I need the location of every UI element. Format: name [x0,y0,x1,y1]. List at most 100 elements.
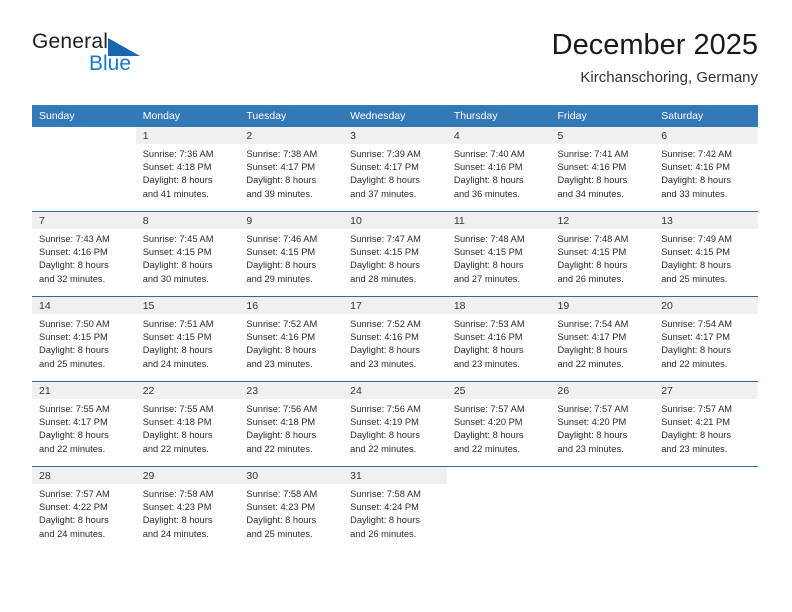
calendar-day-cell[interactable]: 28 Sunrise: 7:57 AM Sunset: 4:22 PM Dayligh… [32,466,136,551]
daylight-text-line2: and 41 minutes. [142,188,209,199]
calendar-day-cell[interactable]: 10 Sunrise: 7:47 AM Sunset: 4:15 PM Dayligh… [343,211,447,297]
calendar-day-cell[interactable]: 14 Sunrise: 7:50 AM Sunset: 4:15 PM Dayligh… [32,296,136,382]
daylight-text-line1: Daylight: 8 hours [453,260,524,271]
day-30: 30 Sunrise: 7:58 AM Sunset: 4:23 PM Dayligh… [239,467,344,551]
calendar-day-cell[interactable]: 20 Sunrise: 7:54 AM Sunset: 4:17 PM Dayligh… [654,296,758,382]
day-empty [654,467,758,551]
day-number: 27 [661,385,673,397]
day-28: 28 Sunrise: 7:57 AM Sunset: 4:22 PM Dayligh… [32,467,136,551]
day-number-band: 28 [32,467,136,484]
daylight-text-line2: and 25 minutes. [661,273,728,284]
sunset-text: Sunset: 4:17 PM [39,417,108,428]
day-9: 9 Sunrise: 7:46 AM Sunset: 4:15 PM Daylight… [239,212,344,296]
day-5: 5 Sunrise: 7:41 AM Sunset: 4:16 PM Daylight… [550,127,655,211]
day-details: Sunrise: 7:52 AM Sunset: 4:16 PM Daylight:… [343,314,447,371]
day-details [32,144,136,148]
calendar-week-row: 28 Sunrise: 7:57 AM Sunset: 4:22 PM Dayligh… [32,466,758,551]
calendar-day-cell[interactable]: 15 Sunrise: 7:51 AM Sunset: 4:15 PM Dayligh… [135,296,240,382]
calendar-day-cell[interactable]: 17 Sunrise: 7:52 AM Sunset: 4:16 PM Dayligh… [343,296,447,382]
calendar-day-cell[interactable]: 8 Sunrise: 7:45 AM Sunset: 4:15 PM Daylight… [135,211,240,297]
sunset-text: Sunset: 4:23 PM [246,502,316,513]
day-number-band: 8 [135,212,240,229]
calendar-day-cell[interactable]: 3 Sunrise: 7:39 AM Sunset: 4:17 PM Daylight… [343,127,447,212]
day-number: 13 [661,215,673,227]
sunrise-text: Sunrise: 7:52 AM [246,319,318,329]
day-details: Sunrise: 7:58 AM Sunset: 4:23 PM Daylight:… [239,484,343,541]
daylight-text-line2: and 36 minutes. [453,188,520,199]
sunrise-text: Sunrise: 7:58 AM [246,489,318,499]
calendar-day-cell[interactable]: 25 Sunrise: 7:57 AM Sunset: 4:20 PM Dayligh… [446,381,551,467]
calendar-day-cell[interactable]: 5 Sunrise: 7:41 AM Sunset: 4:16 PM Daylight… [550,127,655,212]
day-number: 5 [557,130,564,142]
sunrise-text: Sunrise: 7:39 AM [350,149,421,159]
calendar-day-cell[interactable]: 11 Sunrise: 7:48 AM Sunset: 4:15 PM Dayligh… [446,211,551,297]
day-27: 27 Sunrise: 7:57 AM Sunset: 4:21 PM Dayligh… [654,382,758,466]
daylight-text-line2: and 23 minutes. [453,358,520,369]
daylight-text-line2: and 22 minutes. [246,443,313,454]
sunset-text: Sunset: 4:18 PM [142,162,212,173]
calendar-day-cell[interactable]: 23 Sunrise: 7:56 AM Sunset: 4:18 PM Dayligh… [239,381,344,467]
day-details: Sunrise: 7:40 AM Sunset: 4:16 PM Daylight:… [447,144,551,201]
day-details: Sunrise: 7:47 AM Sunset: 4:15 PM Daylight:… [343,229,447,286]
day-number-band: 12 [550,212,655,229]
calendar-day-cell[interactable]: 6 Sunrise: 7:42 AM Sunset: 4:16 PM Daylight… [654,127,758,212]
calendar-day-cell[interactable]: 2 Sunrise: 7:38 AM Sunset: 4:17 PM Daylight… [239,127,344,212]
sunset-text: Sunset: 4:16 PM [453,162,523,173]
sunrise-text: Sunrise: 7:42 AM [661,149,733,159]
calendar-day-cell[interactable]: 18 Sunrise: 7:53 AM Sunset: 4:16 PM Dayligh… [446,296,551,382]
calendar-day-cell [654,466,758,551]
sunset-text: Sunset: 4:15 PM [246,247,316,258]
daylight-text-line2: and 28 minutes. [350,273,417,284]
calendar-day-cell[interactable]: 31 Sunrise: 7:58 AM Sunset: 4:24 PM Dayligh… [343,466,447,551]
day-number: 30 [246,470,259,482]
day-number [551,467,655,470]
day-details: Sunrise: 7:55 AM Sunset: 4:17 PM Daylight:… [32,399,136,456]
sunset-text: Sunset: 4:20 PM [453,417,523,428]
daylight-text-line2: and 26 minutes. [350,528,417,539]
calendar-day-cell[interactable]: 26 Sunrise: 7:57 AM Sunset: 4:20 PM Dayligh… [550,381,655,467]
calendar-day-cell[interactable]: 22 Sunrise: 7:55 AM Sunset: 4:18 PM Dayligh… [135,381,240,467]
calendar-day-cell[interactable]: 1 Sunrise: 7:36 AM Sunset: 4:18 PM Daylight… [135,127,240,212]
day-number-band: 24 [343,382,447,399]
day-details: Sunrise: 7:49 AM Sunset: 4:15 PM Daylight:… [654,229,758,286]
day-number-band: 7 [32,212,136,229]
day-number-band: 27 [654,382,758,399]
calendar-day-cell[interactable]: 24 Sunrise: 7:56 AM Sunset: 4:19 PM Dayligh… [343,381,447,467]
calendar-day-cell[interactable]: 27 Sunrise: 7:57 AM Sunset: 4:21 PM Dayligh… [654,381,758,467]
calendar-day-cell[interactable]: 30 Sunrise: 7:58 AM Sunset: 4:23 PM Dayligh… [239,466,344,551]
weekday-header-wednesday: Wednesday [343,105,447,127]
calendar-day-cell[interactable]: 13 Sunrise: 7:49 AM Sunset: 4:15 PM Dayligh… [654,211,758,297]
day-number: 20 [661,300,673,312]
sunrise-text: Sunrise: 7:51 AM [142,319,214,329]
day-number-band: 4 [446,127,551,144]
daylight-text-line1: Daylight: 8 hours [557,260,628,271]
weekday-header-tuesday: Tuesday [239,105,344,127]
day-25: 25 Sunrise: 7:57 AM Sunset: 4:20 PM Dayligh… [446,382,551,466]
daylight-text-line1: Daylight: 8 hours [350,430,420,441]
day-number-band: 5 [550,127,655,144]
day-details: Sunrise: 7:48 AM Sunset: 4:15 PM Daylight:… [551,229,655,286]
calendar-day-cell[interactable]: 7 Sunrise: 7:43 AM Sunset: 4:16 PM Daylight… [32,211,136,297]
calendar-day-cell[interactable]: 12 Sunrise: 7:48 AM Sunset: 4:15 PM Dayligh… [550,211,655,297]
sunset-text: Sunset: 4:15 PM [142,247,212,258]
calendar-day-cell[interactable]: 29 Sunrise: 7:58 AM Sunset: 4:23 PM Dayligh… [135,466,240,551]
sunrise-text: Sunrise: 7:55 AM [39,404,110,414]
day-details: Sunrise: 7:51 AM Sunset: 4:15 PM Daylight:… [136,314,240,371]
daylight-text-line2: and 22 minutes. [142,443,209,454]
calendar-day-cell[interactable]: 9 Sunrise: 7:46 AM Sunset: 4:15 PM Daylight… [239,211,344,297]
calendar-grid: Sunday Monday Tuesday Wednesday Thursday Frid… [32,105,758,551]
calendar-day-cell[interactable]: 21 Sunrise: 7:55 AM Sunset: 4:17 PM Dayligh… [32,381,136,467]
day-23: 23 Sunrise: 7:56 AM Sunset: 4:18 PM Dayligh… [239,382,344,466]
day-details: Sunrise: 7:41 AM Sunset: 4:16 PM Daylight:… [551,144,655,201]
calendar-day-cell [446,466,551,551]
general-blue-logo[interactable]: General Blue [32,28,212,86]
calendar-day-cell[interactable]: 16 Sunrise: 7:52 AM Sunset: 4:16 PM Dayligh… [239,296,344,382]
day-details: Sunrise: 7:58 AM Sunset: 4:24 PM Daylight:… [343,484,447,541]
day-number: 16 [246,300,259,312]
daylight-text-line2: and 26 minutes. [557,273,624,284]
sunset-text: Sunset: 4:16 PM [246,332,316,343]
day-number-band: 13 [654,212,758,229]
calendar-day-cell[interactable]: 4 Sunrise: 7:40 AM Sunset: 4:16 PM Daylight… [446,127,551,212]
day-number-band: 21 [32,382,136,399]
calendar-day-cell[interactable]: 19 Sunrise: 7:54 AM Sunset: 4:17 PM Dayligh… [550,296,655,382]
